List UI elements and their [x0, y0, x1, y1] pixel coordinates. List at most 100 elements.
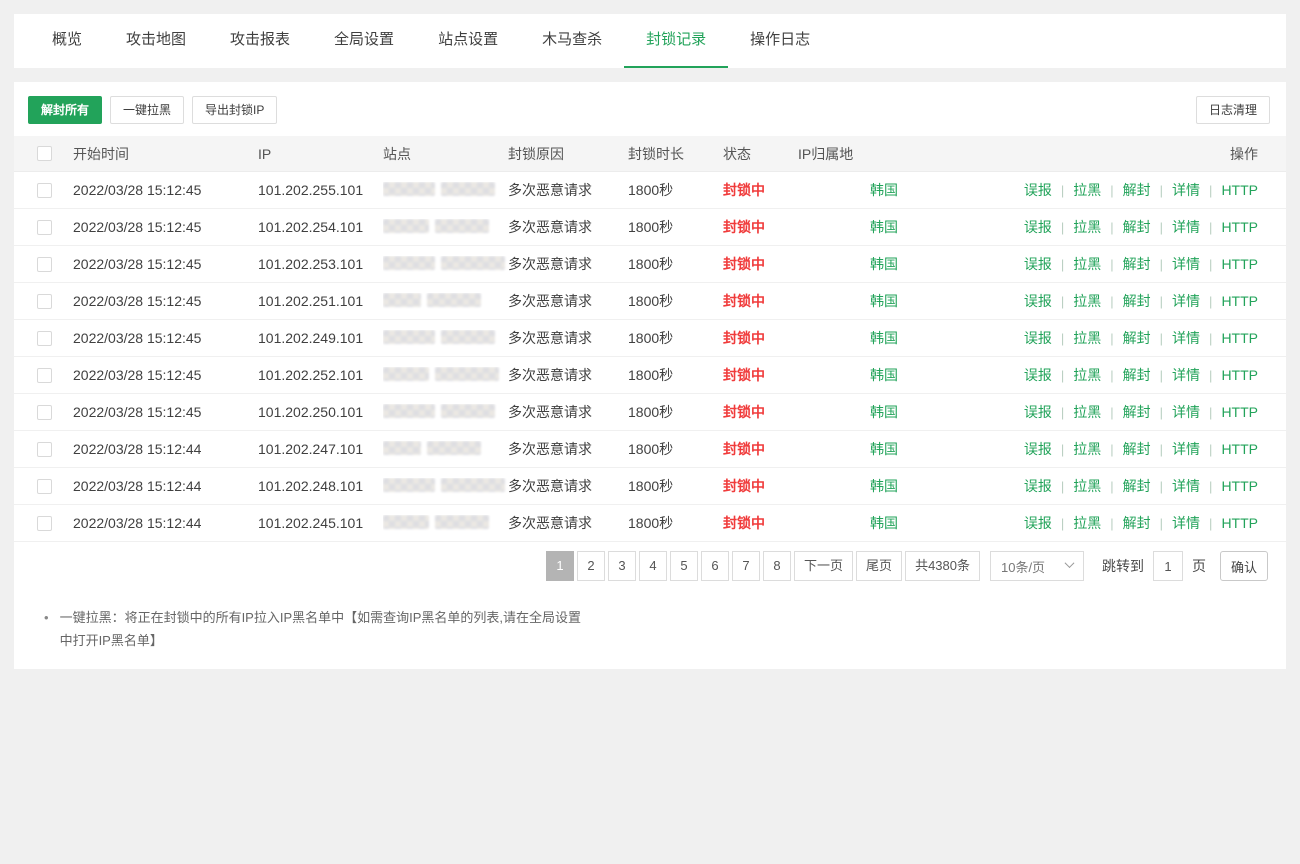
- action-blacklist[interactable]: 拉黑: [1073, 217, 1101, 237]
- tab-8[interactable]: 操作日志: [728, 14, 832, 68]
- page-button-8[interactable]: 8: [763, 551, 791, 581]
- action-details[interactable]: 详情: [1172, 254, 1200, 274]
- action-http[interactable]: HTTP: [1221, 219, 1258, 235]
- action-misreport[interactable]: 误报: [1024, 291, 1052, 311]
- tab-1[interactable]: 概览: [30, 14, 104, 68]
- action-blacklist[interactable]: 拉黑: [1073, 328, 1101, 348]
- action-unblock[interactable]: 解封: [1123, 328, 1151, 348]
- tab-7[interactable]: 封锁记录: [624, 14, 728, 68]
- page-button-5[interactable]: 5: [670, 551, 698, 581]
- jump-to-label: 跳转到: [1102, 556, 1144, 576]
- tab-4[interactable]: 全局设置: [312, 14, 416, 68]
- action-unblock[interactable]: 解封: [1123, 291, 1151, 311]
- action-misreport[interactable]: 误报: [1024, 217, 1052, 237]
- action-details[interactable]: 详情: [1172, 291, 1200, 311]
- action-unblock[interactable]: 解封: [1123, 217, 1151, 237]
- action-misreport[interactable]: 误报: [1024, 402, 1052, 422]
- action-http[interactable]: HTTP: [1221, 367, 1258, 383]
- row-checkbox[interactable]: [37, 442, 52, 457]
- select-all-checkbox[interactable]: [37, 146, 52, 161]
- cell-site: [383, 182, 508, 199]
- action-details[interactable]: 详情: [1172, 217, 1200, 237]
- action-misreport[interactable]: 误报: [1024, 513, 1052, 533]
- jump-page-input[interactable]: [1153, 551, 1183, 581]
- cell-start-time: 2022/03/28 15:12:45: [73, 182, 258, 198]
- action-misreport[interactable]: 误报: [1024, 328, 1052, 348]
- row-checkbox[interactable]: [37, 368, 52, 383]
- cell-start-time: 2022/03/28 15:12:45: [73, 293, 258, 309]
- log-clean-button[interactable]: 日志清理: [1196, 96, 1270, 124]
- row-checkbox[interactable]: [37, 220, 52, 235]
- cell-ip: 101.202.255.101: [258, 182, 383, 198]
- row-checkbox[interactable]: [37, 405, 52, 420]
- column-header-block-duration: 封锁时长: [628, 144, 723, 164]
- action-details[interactable]: 详情: [1172, 439, 1200, 459]
- action-details[interactable]: 详情: [1172, 476, 1200, 496]
- action-blacklist[interactable]: 拉黑: [1073, 476, 1101, 496]
- action-details[interactable]: 详情: [1172, 180, 1200, 200]
- bullet-icon: •: [44, 607, 49, 653]
- row-checkbox[interactable]: [37, 294, 52, 309]
- row-checkbox[interactable]: [37, 257, 52, 272]
- row-checkbox[interactable]: [37, 516, 52, 531]
- action-unblock[interactable]: 解封: [1123, 402, 1151, 422]
- action-unblock[interactable]: 解封: [1123, 439, 1151, 459]
- unblock-all-button[interactable]: 解封所有: [28, 96, 102, 124]
- tab-3[interactable]: 攻击报表: [208, 14, 312, 68]
- action-details[interactable]: 详情: [1172, 328, 1200, 348]
- action-misreport[interactable]: 误报: [1024, 365, 1052, 385]
- action-blacklist[interactable]: 拉黑: [1073, 513, 1101, 533]
- cell-block-duration: 1800秒: [628, 180, 723, 200]
- action-unblock[interactable]: 解封: [1123, 476, 1151, 496]
- action-details[interactable]: 详情: [1172, 513, 1200, 533]
- action-blacklist[interactable]: 拉黑: [1073, 254, 1101, 274]
- next-page-button[interactable]: 下一页: [794, 551, 853, 581]
- cell-ip-location: 韩国: [798, 402, 1024, 422]
- page-size-select[interactable]: 10条/页: [990, 551, 1084, 581]
- action-http[interactable]: HTTP: [1221, 441, 1258, 457]
- action-misreport[interactable]: 误报: [1024, 439, 1052, 459]
- action-misreport[interactable]: 误报: [1024, 476, 1052, 496]
- action-http[interactable]: HTTP: [1221, 404, 1258, 420]
- action-blacklist[interactable]: 拉黑: [1073, 291, 1101, 311]
- tab-2[interactable]: 攻击地图: [104, 14, 208, 68]
- page-button-7[interactable]: 7: [732, 551, 760, 581]
- page-button-4[interactable]: 4: [639, 551, 667, 581]
- action-blacklist[interactable]: 拉黑: [1073, 439, 1101, 459]
- page-button-6[interactable]: 6: [701, 551, 729, 581]
- action-unblock[interactable]: 解封: [1123, 254, 1151, 274]
- action-http[interactable]: HTTP: [1221, 256, 1258, 272]
- action-http[interactable]: HTTP: [1221, 182, 1258, 198]
- action-unblock[interactable]: 解封: [1123, 513, 1151, 533]
- separator: |: [1110, 442, 1113, 457]
- action-http[interactable]: HTTP: [1221, 293, 1258, 309]
- last-page-button[interactable]: 尾页: [856, 551, 902, 581]
- cell-ip-location: 韩国: [798, 180, 1024, 200]
- blacklist-all-button[interactable]: 一键拉黑: [110, 96, 184, 124]
- action-http[interactable]: HTTP: [1221, 330, 1258, 346]
- action-blacklist[interactable]: 拉黑: [1073, 402, 1101, 422]
- action-blacklist[interactable]: 拉黑: [1073, 180, 1101, 200]
- page-button-3[interactable]: 3: [608, 551, 636, 581]
- action-misreport[interactable]: 误报: [1024, 180, 1052, 200]
- action-unblock[interactable]: 解封: [1123, 365, 1151, 385]
- action-blacklist[interactable]: 拉黑: [1073, 365, 1101, 385]
- separator: |: [1209, 257, 1212, 272]
- action-details[interactable]: 详情: [1172, 402, 1200, 422]
- action-unblock[interactable]: 解封: [1123, 180, 1151, 200]
- total-count-badge: 共4380条: [905, 551, 980, 581]
- row-checkbox[interactable]: [37, 479, 52, 494]
- row-checkbox[interactable]: [37, 183, 52, 198]
- page-button-2[interactable]: 2: [577, 551, 605, 581]
- row-checkbox[interactable]: [37, 331, 52, 346]
- confirm-button[interactable]: 确认: [1220, 551, 1268, 581]
- tab-6[interactable]: 木马查杀: [520, 14, 624, 68]
- export-blocked-ip-button[interactable]: 导出封锁IP: [192, 96, 277, 124]
- action-misreport[interactable]: 误报: [1024, 254, 1052, 274]
- action-details[interactable]: 详情: [1172, 365, 1200, 385]
- action-http[interactable]: HTTP: [1221, 515, 1258, 531]
- table-row: 2022/03/28 15:12:44101.202.245.101多次恶意请求…: [14, 505, 1286, 542]
- page-button-1[interactable]: 1: [546, 551, 574, 581]
- action-http[interactable]: HTTP: [1221, 478, 1258, 494]
- tab-5[interactable]: 站点设置: [416, 14, 520, 68]
